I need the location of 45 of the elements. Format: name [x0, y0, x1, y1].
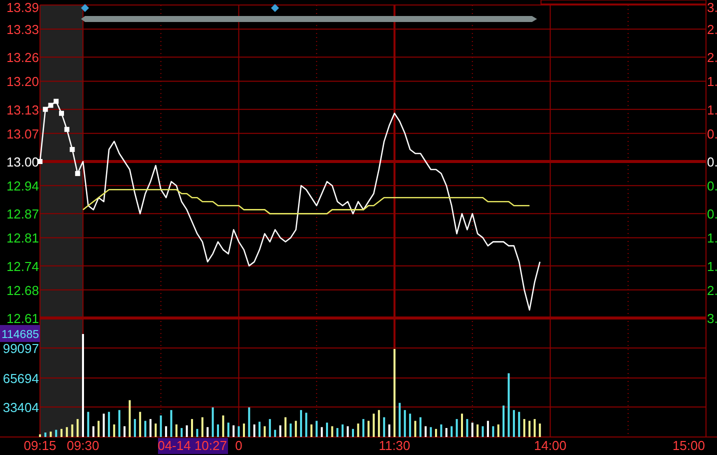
price-axis-label: 12.68: [6, 282, 39, 298]
percent-axis-label: 3.: [707, 311, 717, 326]
point: [42, 106, 48, 112]
time-axis-label: 14:00: [534, 438, 567, 453]
time-axis-label: 09:15: [24, 438, 56, 453]
point: [48, 102, 54, 108]
price-axis-label: 13.26: [6, 50, 39, 66]
diamond-icon[interactable]: [81, 4, 89, 12]
volume-axis-label: 99097: [2, 341, 39, 356]
price-axis-label: 12.74: [6, 258, 39, 274]
price-axis-label: 12.94: [6, 178, 39, 194]
price-axis-label: 13.39: [6, 0, 39, 15]
point: [64, 126, 70, 132]
percent-axis-label: 1.: [707, 258, 717, 274]
percent-axis-label: 1.: [707, 102, 717, 118]
price-axis-label: 13.20: [6, 74, 39, 90]
point: [59, 110, 64, 116]
percent-axis-label: 2.: [707, 50, 717, 66]
price-axis-label: 13.13: [6, 102, 39, 118]
time-axis-label: 0: [235, 438, 242, 453]
point: [70, 146, 75, 152]
point: [54, 98, 59, 104]
price-axis-label: 12.81: [6, 230, 39, 246]
price-axis-label: 13.33: [6, 22, 39, 38]
cursor-time-label: 04-14 10:27: [158, 438, 228, 454]
percent-axis-label: 1.: [707, 74, 717, 90]
percent-axis-label: 0.: [707, 178, 717, 194]
volume-axis-label: 33404: [2, 400, 39, 415]
time-axis-label: 15:00: [672, 438, 705, 453]
percent-axis-label: 0.: [707, 126, 717, 142]
time-axis-label: 11:30: [378, 438, 410, 453]
percent-axis-label: 2.: [707, 22, 717, 38]
price-axis-label: 13.07: [6, 126, 39, 142]
percent-axis-label: 0.: [707, 206, 717, 222]
price-axis-label: 12.61: [6, 311, 39, 326]
diamond-icon[interactable]: [271, 4, 279, 12]
volume-axis-label: 65694: [2, 371, 39, 386]
percent-axis-label: 1.: [707, 230, 717, 246]
percent-axis-label: 3.: [707, 0, 717, 15]
point: [75, 171, 80, 176]
volume-max-label: 114685: [0, 325, 40, 342]
percent-axis-label: 0.: [707, 154, 717, 170]
price-axis-label: 12.87: [6, 206, 39, 222]
percent-axis-label: 2.: [707, 282, 717, 298]
time-axis-label: 09:30: [66, 438, 100, 453]
